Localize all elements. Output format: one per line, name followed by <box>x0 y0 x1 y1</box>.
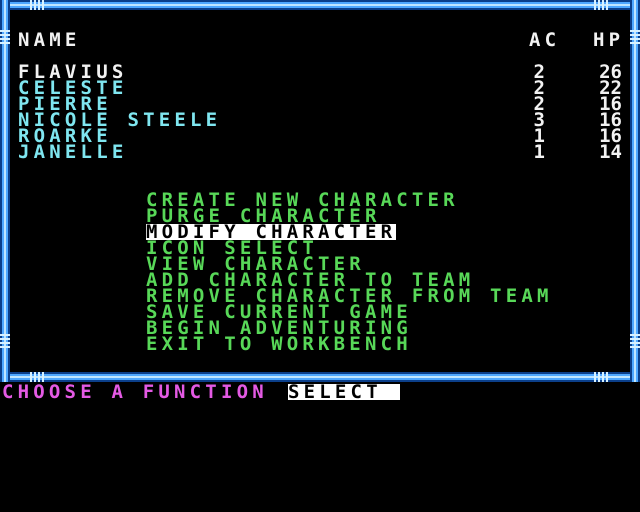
frame-notch-lt <box>0 30 10 46</box>
frame-notch-tr <box>594 0 610 10</box>
prompt-label: CHOOSE A FUNCTION <box>2 381 268 403</box>
frame-notch-rt <box>630 30 640 46</box>
frame-notch-br <box>594 372 610 382</box>
roster-header-hp: HP <box>593 29 625 51</box>
frame-notch-lb <box>0 334 10 350</box>
menu-item[interactable]: EXIT TO WORKBENCH <box>146 335 412 354</box>
frame-left <box>0 0 10 382</box>
character-hp: 14 <box>599 141 622 163</box>
frame-right <box>630 0 640 382</box>
roster-header-ac: AC <box>529 29 561 51</box>
command-input[interactable]: SELECT <box>288 383 400 402</box>
frame-notch-tl <box>30 0 46 10</box>
frame-notch-rb <box>630 334 640 350</box>
character-name: JANELLE <box>18 141 128 163</box>
frame-top <box>0 0 640 10</box>
roster-header-name: NAME <box>18 29 81 51</box>
character-ac: 1 <box>533 141 545 163</box>
